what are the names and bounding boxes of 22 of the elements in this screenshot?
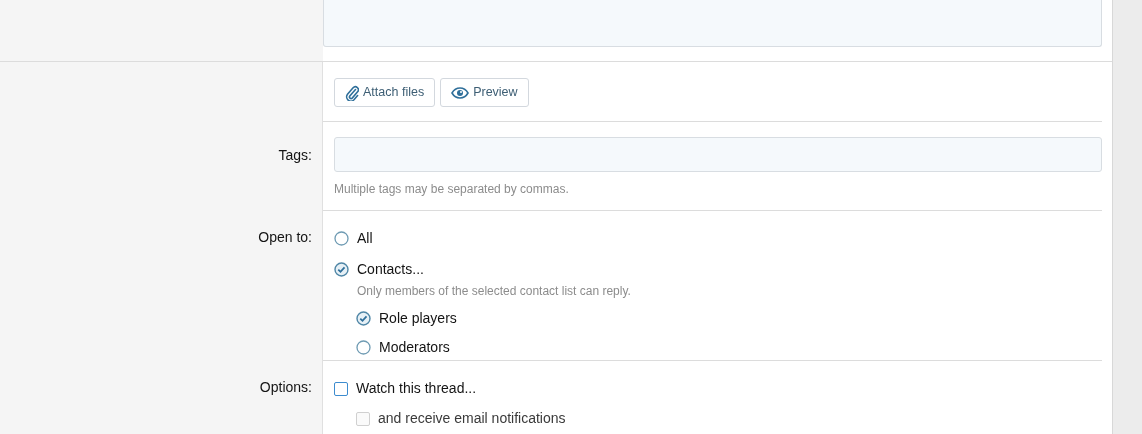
option-label: All bbox=[357, 229, 373, 248]
field-label: Tags: bbox=[278, 146, 312, 165]
field-hint: Multiple tags may be separated by commas. bbox=[334, 181, 570, 198]
paperclip-icon bbox=[345, 84, 359, 101]
radio-button[interactable] bbox=[334, 262, 349, 277]
field-label: Options: bbox=[259, 378, 312, 397]
tags-input-field[interactable] bbox=[334, 137, 1102, 172]
option-label: Contacts... bbox=[357, 260, 424, 279]
preview-button[interactable]: Preview bbox=[440, 78, 529, 107]
editor-field[interactable] bbox=[323, 0, 1102, 47]
radio-button[interactable] bbox=[356, 311, 371, 326]
checkbox-label: and receive email notifications bbox=[378, 409, 566, 428]
checkbox-label: Watch this thread... bbox=[356, 379, 477, 398]
radio-button[interactable] bbox=[356, 340, 371, 355]
field-label: Open to: bbox=[258, 228, 312, 247]
eye-icon bbox=[451, 86, 470, 99]
option-label: Role players bbox=[379, 309, 457, 328]
checkbox[interactable] bbox=[334, 381, 348, 396]
option-hint: Only members of the selected contact list can reply. bbox=[357, 283, 632, 300]
attach-files-button[interactable]: Attach files bbox=[334, 78, 436, 107]
option-label: Moderators bbox=[379, 338, 450, 357]
radio-button[interactable] bbox=[334, 231, 349, 246]
